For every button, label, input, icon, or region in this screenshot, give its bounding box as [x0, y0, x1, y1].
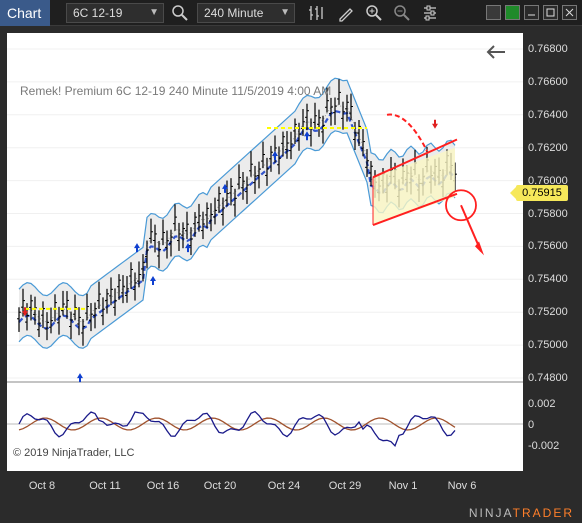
brand-suffix: TRADER: [512, 506, 574, 520]
oscillator-axis-label: 0: [528, 419, 535, 431]
chart-watermark: Remek! Premium 6C 12-19 240 Minute 11/5/…: [20, 84, 332, 98]
price-axis-label: 0.76800: [528, 43, 568, 55]
date-axis-label: Oct 11: [89, 480, 121, 492]
chart-panel[interactable]: [7, 33, 523, 471]
price-axis-label: 0.76200: [528, 141, 568, 154]
chevron-down-icon: ▼: [149, 7, 159, 18]
price-chart[interactable]: [7, 33, 523, 471]
brand-logo: NINJATRADER: [469, 506, 574, 520]
date-axis-label: Oct 29: [328, 480, 362, 492]
close-button[interactable]: [562, 5, 577, 20]
buy-signal-arrow: [77, 373, 83, 383]
price-axis-label: 0.76600: [528, 75, 568, 88]
price-axis-label: 0.76400: [528, 108, 568, 121]
buy-signal-arrow: [150, 276, 156, 286]
current-price-marker: 0.75915: [510, 185, 568, 201]
oscillator-main-line: [18, 410, 456, 448]
copyright-text: © 2019 NinjaTrader, LLC: [13, 447, 135, 459]
price-axis-label: 0.75800: [528, 207, 568, 220]
price-axis-label: 0.75000: [528, 339, 568, 352]
minimize-button[interactable]: [524, 5, 539, 20]
oscillator-axis-label: -0.002: [528, 440, 560, 452]
instrument-selector[interactable]: 6C 12-19 ▼: [66, 3, 164, 23]
interval-label: 240 Minute: [204, 6, 264, 20]
bar-style-icon[interactable]: [306, 3, 326, 23]
chevron-down-icon: ▼: [280, 7, 290, 18]
instrument-label: 6C 12-19: [73, 6, 123, 20]
price-axis-label: 0.75400: [528, 273, 568, 286]
price-axis-label: 0.74800: [528, 372, 568, 384]
price-axis-label: 0.75600: [528, 240, 568, 253]
zoom-out-icon[interactable]: [392, 3, 412, 23]
magnifier-icon[interactable]: [170, 3, 190, 23]
breakout-arrow-head: [475, 241, 484, 256]
window-title: Chart: [0, 0, 50, 26]
chart-toolbar: Chart 6C 12-19 ▼ 240 Minute ▼: [0, 0, 582, 26]
properties-icon[interactable]: [420, 3, 440, 23]
window-menu-button[interactable]: [486, 5, 501, 20]
back-arrow-icon[interactable]: [484, 42, 508, 62]
date-axis-label: Oct 24: [267, 480, 301, 492]
date-axis-label: Oct 8: [28, 480, 56, 492]
interval-selector[interactable]: 240 Minute ▼: [197, 3, 295, 23]
maximize-button[interactable]: [543, 5, 558, 20]
date-axis-label: Oct 20: [203, 480, 237, 492]
date-axis-label: Nov 1: [388, 480, 418, 492]
sell-signal-arrow: [432, 119, 438, 129]
oscillator-axis-label: 0.002: [528, 398, 556, 410]
date-axis-label: Oct 16: [146, 480, 180, 492]
price-axis-label: 0.75200: [528, 306, 568, 319]
zoom-in-icon[interactable]: [364, 3, 384, 23]
projection-curve: [386, 113, 428, 152]
draw-tool-icon[interactable]: [336, 3, 356, 23]
link-color-button[interactable]: [505, 5, 520, 20]
date-axis-label: Nov 6: [447, 480, 477, 492]
brand-prefix: NINJA: [468, 506, 513, 520]
